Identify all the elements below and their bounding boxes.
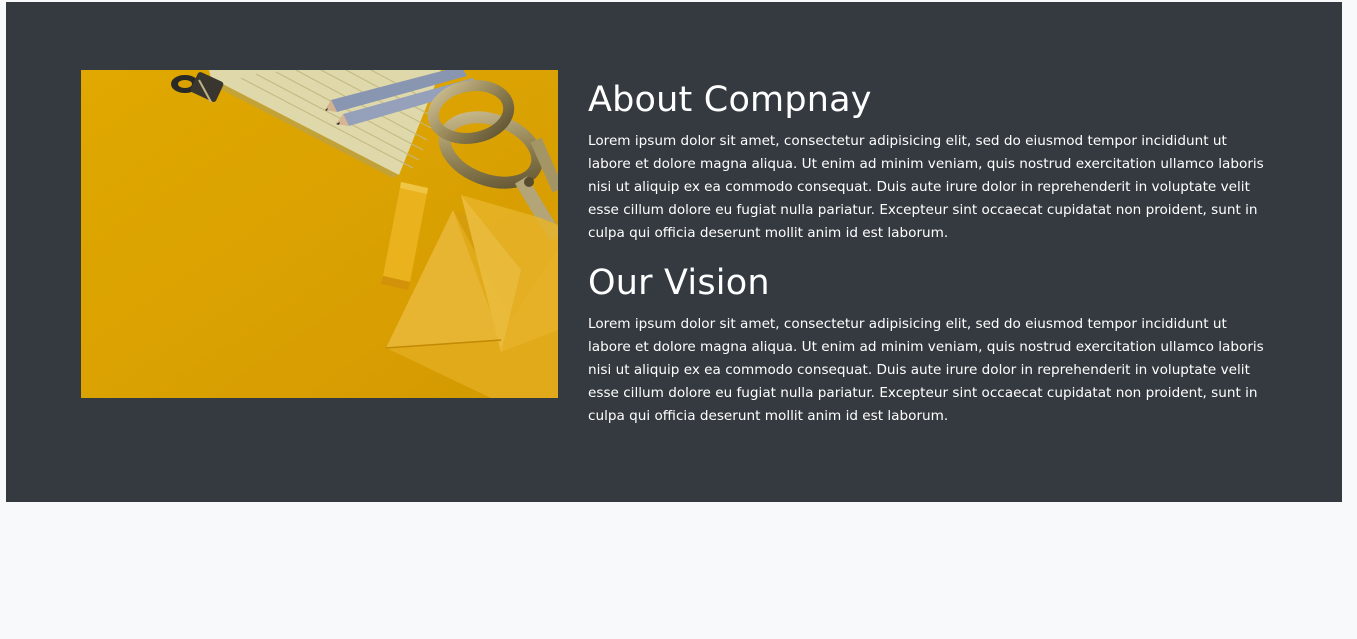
stationery-flatlay-image	[81, 70, 558, 398]
vision-block: Our Vision Lorem ipsum dolor sit amet, c…	[588, 261, 1268, 428]
vision-title: Our Vision	[588, 263, 770, 303]
about-content: About Compnay Lorem ipsum dolor sit amet…	[588, 78, 1268, 428]
about-paragraph: Lorem ipsum dolor sit amet, consectetur …	[588, 133, 1264, 241]
page-right-gutter	[1342, 0, 1357, 639]
about-title: About Compnay	[588, 80, 872, 120]
vision-paragraph: Lorem ipsum dolor sit amet, consectetur …	[588, 316, 1264, 424]
about-section: About Compnay Lorem ipsum dolor sit amet…	[6, 2, 1342, 502]
